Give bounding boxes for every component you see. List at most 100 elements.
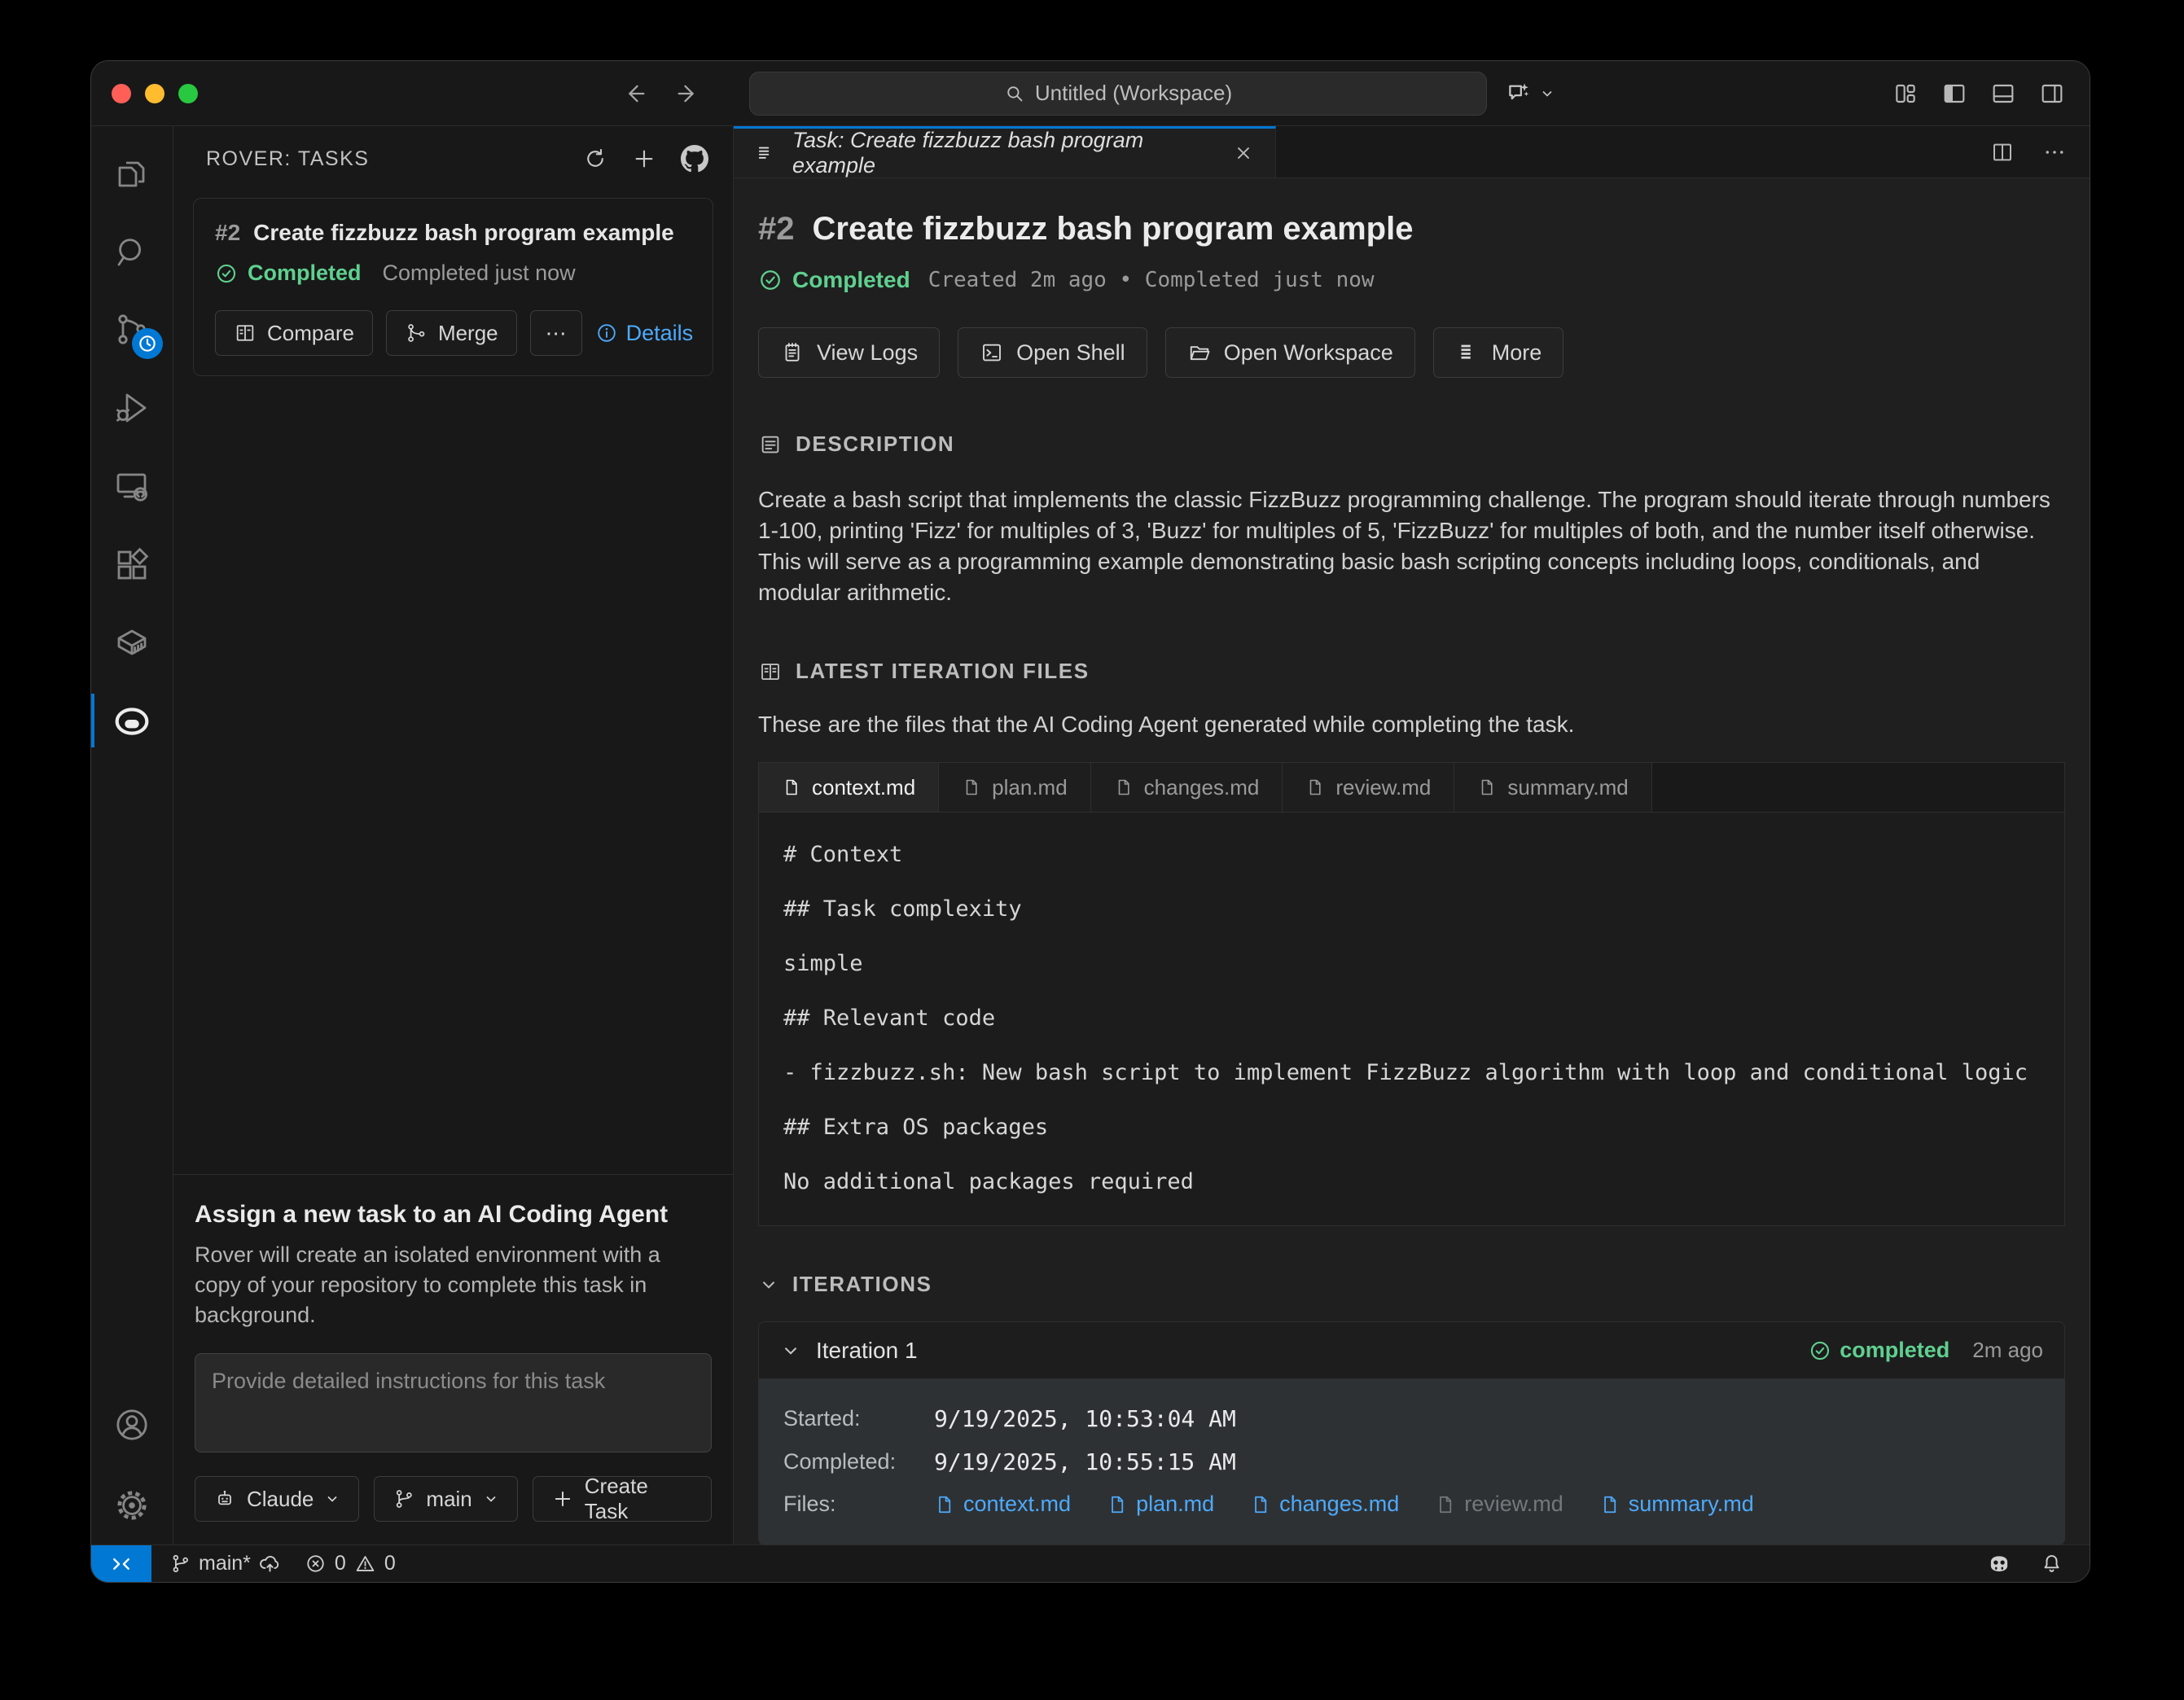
sidebar-item-explorer[interactable] [91,134,173,212]
tab-task-detail[interactable]: Task: Create fizzbuzz bash program examp… [734,126,1276,177]
tab-label: Task: Create fizzbuzz bash program examp… [792,128,1218,178]
chevron-down-icon [483,1491,499,1507]
chat-sparkle-icon [1505,80,1533,107]
remote-indicator[interactable] [91,1545,151,1582]
toggle-panel-icon[interactable] [1990,81,2016,107]
gear-icon [112,1486,151,1525]
traffic-lights [91,84,198,103]
remote-explorer-icon [112,467,151,506]
iteration-card: Iteration 1 completed 2m ago [758,1321,2065,1544]
sidebar-item-remote-explorer[interactable] [91,447,173,525]
task-more-button[interactable]: ⋯ [530,310,582,356]
vscode-window: Untitled (Workspace) [90,60,2090,1583]
extensions-icon [112,545,151,584]
file-link-plan[interactable]: plan.md [1107,1492,1214,1517]
title-bar: Untitled (Workspace) [91,61,2090,126]
error-count: 0 [335,1552,346,1575]
branch-status[interactable]: main* [169,1552,282,1575]
create-task-button[interactable]: Create Task [533,1476,712,1522]
task-meta: Created 2m ago • Completed just now [928,268,1375,292]
toggle-sidebar-icon[interactable] [1941,81,1967,107]
file-link-summary[interactable]: summary.md [1599,1492,1754,1517]
sidebar-item-extensions[interactable] [91,525,173,603]
iterations-section-toggle[interactable]: ITERATIONS [758,1272,2065,1297]
file-tab-changes[interactable]: changes.md [1091,763,1283,812]
code-line: ## Relevant code [783,991,2040,1045]
sidebar-item-containers[interactable] [91,603,173,681]
file-icon [962,778,981,797]
sidebar-item-run-debug[interactable] [91,369,173,447]
file-link-changes[interactable]: changes.md [1250,1492,1399,1517]
minimize-window-button[interactable] [145,84,164,103]
rover-tasks-sidebar: ROVER: TASKS #2 Create fizzbuzz b [173,126,734,1544]
warning-count: 0 [384,1552,396,1575]
iteration-header[interactable]: Iteration 1 completed 2m ago [759,1322,2064,1379]
command-center-search[interactable]: Untitled (Workspace) [749,72,1487,116]
branch-select[interactable]: main [374,1476,517,1522]
refresh-icon[interactable] [583,147,607,171]
add-task-icon[interactable] [632,147,656,171]
open-workspace-button[interactable]: Open Workspace [1165,327,1415,378]
code-line: - fizzbuzz.sh: New bash script to implem… [783,1045,2040,1100]
compare-button[interactable]: Compare [215,310,373,356]
status-bar: main* 0 0 [91,1544,2090,1582]
details-link[interactable]: Details [595,321,694,346]
customize-layout-icon[interactable] [1892,81,1919,107]
page-title: Create fizzbuzz bash program example [813,211,1414,248]
toggle-secondary-sidebar-icon[interactable] [2039,81,2065,107]
sidebar-item-source-control[interactable] [91,291,173,369]
check-circle-icon [1809,1339,1831,1362]
new-task-form: Assign a new task to an AI Coding Agent … [173,1174,733,1544]
close-icon[interactable] [1233,142,1254,164]
completed-label: Completed: [783,1449,934,1474]
git-branch-icon [169,1553,191,1575]
file-tab-review[interactable]: review.md [1283,763,1454,812]
ellipsis-icon: ⋯ [546,321,567,346]
file-icon [782,778,801,797]
sidebar-item-rover[interactable] [91,681,173,760]
file-content-viewer[interactable]: # Context ## Task complexity simple ## R… [759,813,2064,1225]
copilot-chat-button[interactable] [1505,80,1555,107]
more-button[interactable]: More [1433,327,1564,378]
sidebar-title: ROVER: TASKS [206,147,583,171]
code-line: # Context [783,827,2040,882]
run-debug-icon [112,388,151,427]
file-preview-panel: context.md plan.md changes.md [758,762,2065,1226]
task-id: #2 [758,211,795,248]
description-heading: DESCRIPTION [796,432,954,457]
file-tab-context[interactable]: context.md [759,763,939,812]
cloud-upload-icon [258,1552,282,1575]
file-tab-plan[interactable]: plan.md [939,763,1091,812]
open-shell-button[interactable]: Open Shell [958,327,1147,378]
merge-button[interactable]: Merge [386,310,517,356]
notifications-bell-icon[interactable] [2040,1552,2063,1575]
latest-files-heading: LATEST ITERATION FILES [796,659,1090,684]
iteration-title: Iteration 1 [816,1338,918,1364]
more-actions-icon[interactable] [2042,140,2067,164]
task-card[interactable]: #2 Create fizzbuzz bash program example … [193,198,713,376]
back-arrow-icon[interactable] [621,80,648,107]
code-line: ## Extra OS packages [783,1100,2040,1155]
list-icon [755,142,778,164]
github-icon[interactable] [681,145,708,173]
task-instructions-input[interactable] [195,1353,712,1452]
sidebar-item-search[interactable] [91,212,173,291]
accounts-button[interactable] [91,1388,173,1466]
pending-changes-badge [132,328,163,359]
robot-icon [213,1488,236,1510]
agent-select[interactable]: Claude [195,1476,359,1522]
problems-status[interactable]: 0 0 [305,1552,396,1575]
file-link-context[interactable]: context.md [934,1492,1071,1517]
warning-icon [354,1553,376,1575]
split-editor-icon[interactable] [1990,140,2015,164]
close-window-button[interactable] [112,84,131,103]
code-line: simple [783,936,2040,991]
settings-button[interactable] [91,1466,173,1544]
search-icon [112,232,151,271]
copilot-icon[interactable] [1986,1551,2012,1577]
zoom-window-button[interactable] [178,84,198,103]
file-tab-summary[interactable]: summary.md [1454,763,1651,812]
forward-arrow-icon[interactable] [674,80,702,107]
view-logs-button[interactable]: View Logs [758,327,940,378]
rover-icon [112,700,152,741]
